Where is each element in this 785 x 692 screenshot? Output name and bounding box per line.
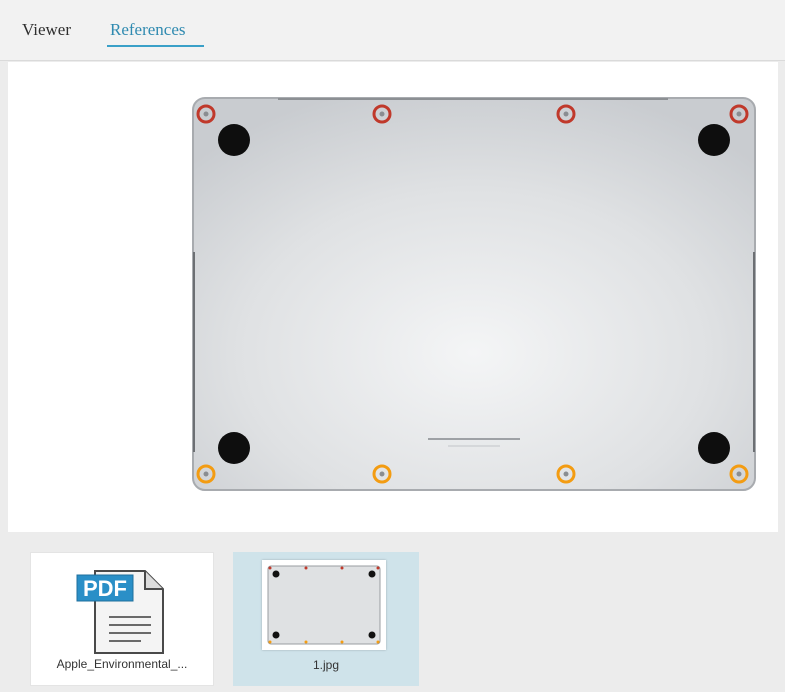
thumbnail-pdf[interactable]: PDF Apple_Environmental_...	[30, 552, 214, 686]
thumbnail-image[interactable]: 1.jpg	[233, 552, 419, 686]
thumbnail-label-pdf: Apple_Environmental_...	[56, 657, 188, 671]
foot	[698, 124, 730, 156]
foot	[698, 432, 730, 464]
pdf-badge-text: PDF	[83, 576, 127, 601]
tab-viewer[interactable]: Viewer	[22, 20, 71, 40]
active-tab-indicator	[107, 45, 204, 47]
case-body	[192, 97, 756, 491]
foot	[218, 124, 250, 156]
thumbnail-label-image: 1.jpg	[312, 658, 340, 672]
laptop-bottom-case-image	[192, 97, 756, 491]
pdf-file-icon: PDF	[76, 570, 164, 654]
tab-bar: Viewer References	[0, 0, 785, 61]
thumbnail-strip: PDF Apple_Environmental_... 1.jpg	[0, 540, 785, 692]
tab-references[interactable]: References	[110, 20, 186, 40]
image-viewer[interactable]	[8, 62, 778, 532]
image-preview	[262, 560, 386, 650]
references-panel: Viewer References PDF Apple_Environmenta…	[0, 0, 785, 692]
foot	[218, 432, 250, 464]
